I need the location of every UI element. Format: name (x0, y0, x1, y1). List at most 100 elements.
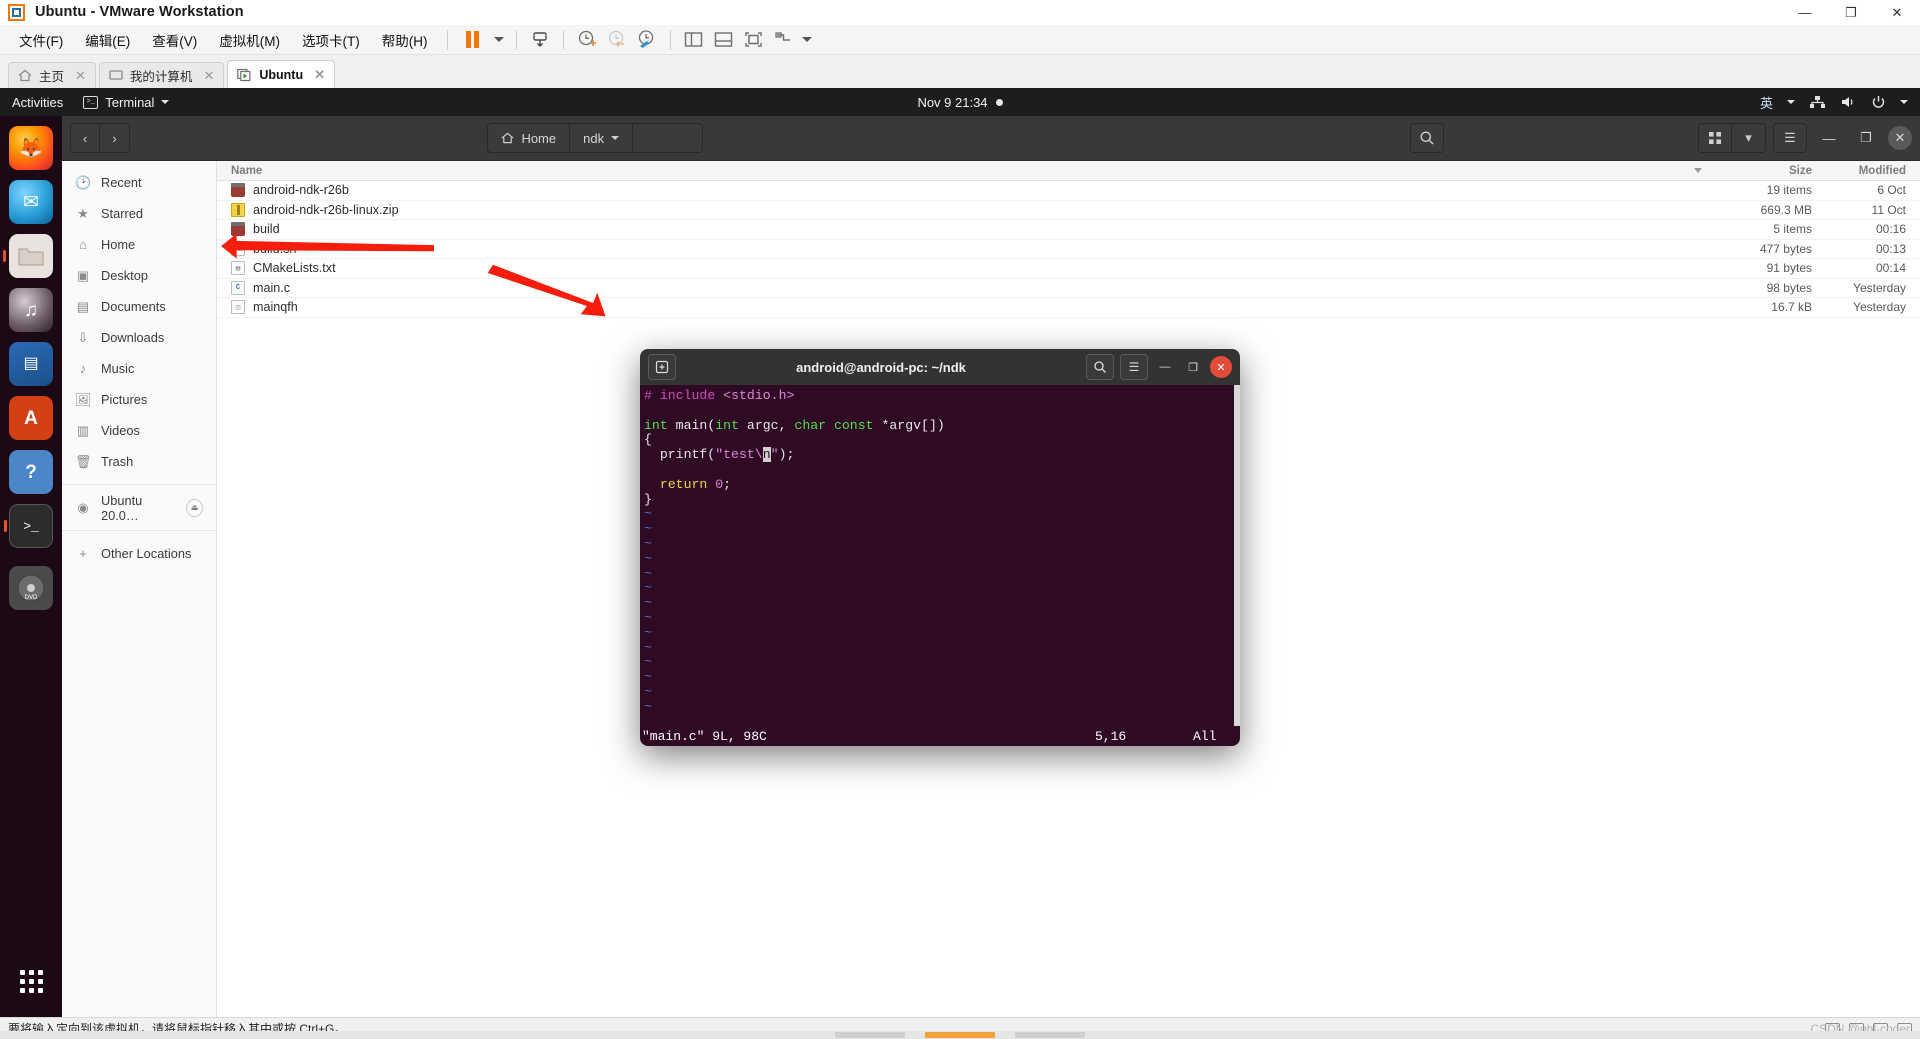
menu-edit[interactable]: 编辑(E) (74, 26, 141, 54)
clock-area[interactable]: Nov 9 21:34 (0, 95, 1920, 110)
breadcrumb-ndk-label: ndk (583, 130, 605, 146)
dock-item-files[interactable] (3, 234, 53, 278)
show-bottom-pane-icon[interactable] (709, 28, 739, 52)
table-row[interactable]: >_ build.sh 477 bytes 00:13 (217, 240, 1920, 259)
terminal-scrollbar[interactable] (1234, 385, 1240, 726)
menu-file[interactable]: 文件(F) (8, 26, 74, 54)
grid-view-button[interactable] (1697, 123, 1732, 153)
menu-help[interactable]: 帮助(H) (371, 26, 439, 54)
nautilus-close-button[interactable]: ✕ (1887, 126, 1912, 150)
breadcrumb-home[interactable]: Home (487, 123, 571, 153)
minimize-button[interactable]: — (1782, 0, 1828, 25)
zip-icon (231, 202, 245, 217)
maximize-button[interactable]: ❐ (1828, 0, 1874, 25)
dock-item-thunderbird[interactable]: ✉ (9, 180, 53, 224)
dock-item-terminal[interactable]: >_ (4, 504, 53, 548)
sidebar-item-trash[interactable]: 🗑 Trash (62, 446, 216, 477)
table-row[interactable]: android-ndk-r26b-linux.zip 669.3 MB 11 O… (217, 201, 1920, 220)
terminal-menu-button[interactable]: ☰ (1120, 354, 1148, 380)
table-row[interactable]: android-ndk-r26b 19 items 6 Oct (217, 181, 1920, 201)
show-applications-button[interactable] (9, 959, 53, 1003)
menu-vm[interactable]: 虚拟机(M) (208, 26, 291, 54)
taskbar-item[interactable] (835, 1032, 905, 1038)
sidebar-item-videos[interactable]: ▥ Videos (62, 415, 216, 446)
dock-item-dvd[interactable]: DVD (9, 566, 53, 610)
tab-ubuntu[interactable]: Ubuntu ✕ (227, 60, 335, 88)
volume-icon[interactable] (1840, 95, 1857, 109)
snapshot-manager-icon[interactable] (632, 28, 662, 52)
tab-my-computer-close-icon[interactable]: ✕ (203, 68, 214, 84)
terminal-search-button[interactable] (1086, 354, 1114, 380)
menu-button[interactable]: ☰ (1772, 123, 1807, 153)
table-row[interactable]: ◫ mainqfh 16.7 kB Yesterday (217, 298, 1920, 318)
vim-filler-line: ~ (644, 535, 652, 551)
send-ctrl-alt-del-icon[interactable] (525, 28, 555, 52)
forward-button[interactable]: › (100, 123, 130, 153)
view-options-caret[interactable]: ▾ (1731, 123, 1766, 153)
power-icon[interactable] (1871, 95, 1886, 109)
app-menu-button[interactable]: >_ Terminal (83, 95, 170, 110)
dock-item-rhythmbox[interactable]: ♫ (9, 288, 53, 332)
input-method-caret-icon[interactable] (1787, 100, 1795, 104)
close-button[interactable]: ✕ (1874, 0, 1920, 25)
dock-item-firefox[interactable]: 🦊 (9, 126, 53, 170)
file-size: 5 items (1773, 222, 1812, 237)
chevron-down-icon (611, 136, 620, 140)
unity-mode-icon[interactable] (769, 28, 799, 52)
sidebar-item-label: Ubuntu 20.0… (101, 492, 143, 523)
download-icon: ⇩ (77, 329, 89, 345)
sidebar-item-starred[interactable]: ★ Starred (62, 198, 216, 229)
sidebar-item-recent[interactable]: 🕑 Recent (62, 167, 216, 198)
column-header-name[interactable]: Name (217, 165, 1712, 177)
taskbar-item[interactable] (1015, 1032, 1085, 1038)
sidebar-item-music[interactable]: ♪ Music (62, 353, 216, 384)
table-row[interactable]: build 5 items 00:16 (217, 220, 1920, 240)
show-left-pane-icon[interactable] (679, 28, 709, 52)
tab-home-close-icon[interactable]: ✕ (75, 68, 86, 84)
eject-icon[interactable]: ⏏ (186, 498, 203, 517)
vim-editor-buffer[interactable]: # include <stdio.h> int main(int argc, c… (640, 385, 1240, 726)
activities-button[interactable]: Activities (12, 95, 63, 110)
network-icon[interactable] (1809, 95, 1826, 109)
menu-view[interactable]: 查看(V) (141, 26, 208, 54)
sidebar-item-home[interactable]: ⌂ Home (62, 229, 216, 260)
table-row[interactable]: Cmain.c 98 bytes Yesterday (217, 279, 1920, 298)
system-menu-caret-icon[interactable] (1900, 100, 1908, 104)
snapshot-revert-icon[interactable] (602, 28, 632, 52)
taskbar-item-active[interactable] (925, 1032, 995, 1038)
dock-item-help[interactable]: ? (9, 450, 53, 494)
table-row[interactable]: ▤ CMakeLists.txt 91 bytes 00:14 (217, 259, 1920, 279)
terminal-maximize-button[interactable]: ❐ (1182, 356, 1204, 378)
terminal-minimize-button[interactable]: — (1154, 356, 1176, 378)
sidebar-item-other-locations[interactable]: + Other Locations (62, 538, 216, 569)
search-button[interactable] (1409, 123, 1444, 153)
file-modified: 00:13 (1875, 241, 1906, 256)
pause-dropdown-caret-icon[interactable] (490, 28, 508, 52)
dock-item-ubuntu-software[interactable]: A (9, 396, 53, 440)
nautilus-minimize-button[interactable]: — (1814, 123, 1844, 153)
sidebar-item-documents[interactable]: ▤ Documents (62, 291, 216, 322)
sidebar-item-desktop[interactable]: ▣ Desktop (62, 260, 216, 291)
sidebar-item-downloads[interactable]: ⇩ Downloads (62, 322, 216, 353)
unity-mode-caret-icon[interactable] (799, 28, 815, 52)
pause-icon[interactable] (456, 28, 490, 52)
terminal-header-bar: android@android-pc: ~/ndk ☰ — ❐ ✕ (640, 349, 1240, 385)
terminal-close-button[interactable]: ✕ (1210, 356, 1232, 378)
file-modified: Yesterday (1853, 300, 1906, 315)
tab-my-computer[interactable]: 我的计算机 ✕ (98, 62, 225, 88)
sidebar-item-pictures[interactable]: 🖼 Pictures (62, 384, 216, 415)
breadcrumb-ndk[interactable]: ndk (570, 123, 634, 153)
new-tab-button[interactable] (648, 354, 676, 380)
fullscreen-icon[interactable] (739, 28, 769, 52)
back-button[interactable]: ‹ (70, 123, 100, 153)
column-header-modified[interactable]: Modified (1812, 165, 1920, 177)
input-method-label[interactable]: 英 (1760, 93, 1773, 112)
snapshot-take-icon[interactable] (572, 28, 602, 52)
tab-home[interactable]: 主页 ✕ (8, 62, 96, 88)
dock-item-libreoffice-writer[interactable]: ▤ (9, 342, 53, 386)
sidebar-item-ubuntu-disc[interactable]: ◉ Ubuntu 20.0… ⏏ (62, 492, 216, 523)
column-header-size[interactable]: Size (1712, 165, 1812, 177)
nautilus-maximize-button[interactable]: ❐ (1851, 123, 1881, 153)
tab-ubuntu-close-icon[interactable]: ✕ (314, 67, 325, 83)
menu-tabs[interactable]: 选项卡(T) (291, 26, 371, 54)
